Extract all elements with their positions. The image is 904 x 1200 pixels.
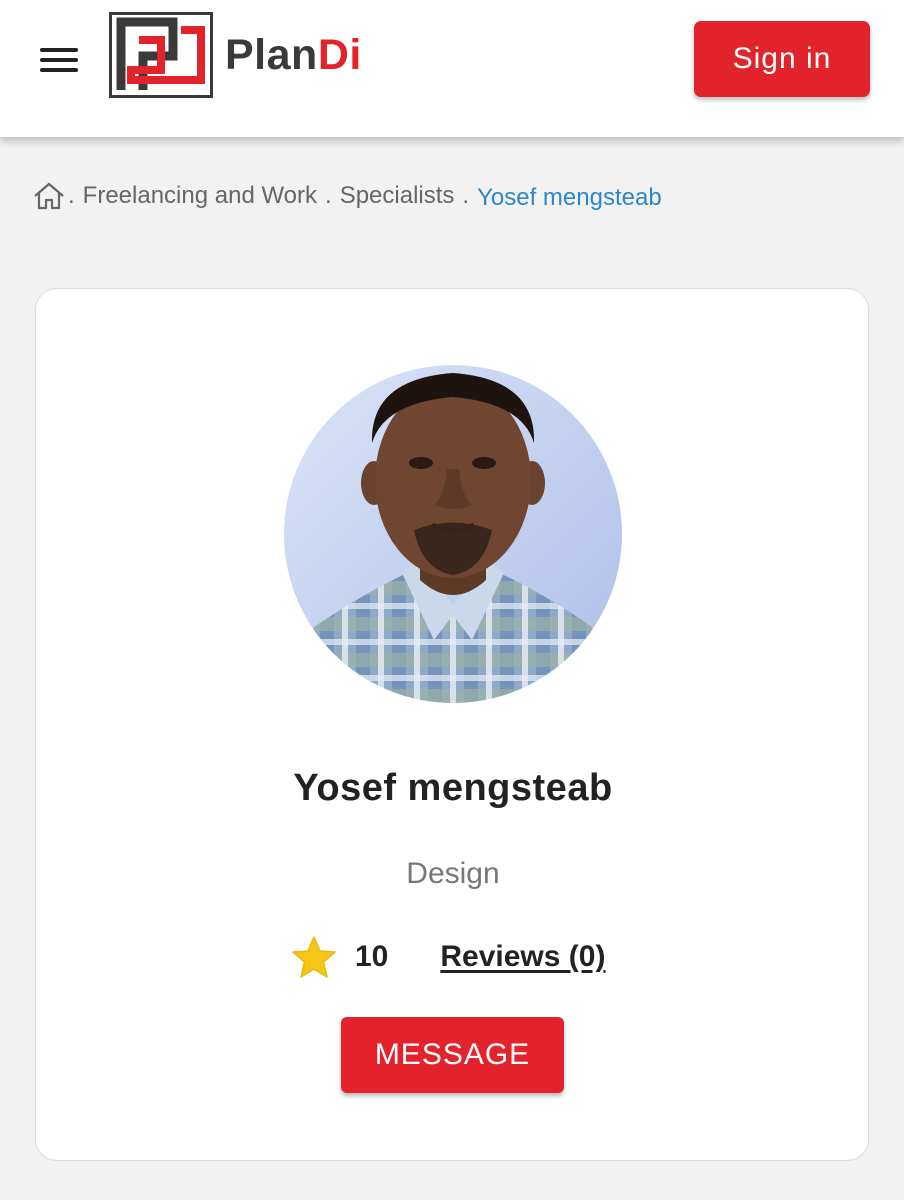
rating-row: 10 Reviews (0) bbox=[291, 935, 605, 979]
breadcrumb-item-specialists[interactable]: Specialists bbox=[340, 182, 455, 210]
sign-in-button[interactable]: Sign in bbox=[694, 21, 870, 97]
reviews-link[interactable]: Reviews (0) bbox=[440, 940, 605, 974]
logo-text-plan: Plan bbox=[225, 30, 318, 79]
breadcrumb-separator: . bbox=[462, 182, 470, 209]
logo-mark-icon bbox=[109, 12, 213, 98]
breadcrumb: . Freelancing and Work . Specialists . Y… bbox=[32, 180, 662, 212]
profile-name: Yosef mengsteab bbox=[293, 767, 613, 809]
logo-text-di: Di bbox=[317, 30, 362, 79]
top-header: PlanDi Sign in bbox=[0, 0, 904, 137]
breadcrumb-separator: . bbox=[68, 182, 75, 209]
profile-card: Yosef mengsteab Design 10 Reviews (0) ME… bbox=[35, 288, 869, 1161]
plandi-logo[interactable]: PlanDi bbox=[109, 12, 362, 98]
logo-wordmark: PlanDi bbox=[225, 30, 362, 79]
star-icon bbox=[292, 936, 336, 978]
breadcrumb-separator: . bbox=[325, 182, 332, 209]
profile-category: Design bbox=[406, 857, 500, 890]
message-button[interactable]: MESSAGE bbox=[341, 1017, 564, 1093]
rating-value: 10 bbox=[355, 940, 389, 973]
breadcrumb-current: Yosef mengsteab bbox=[477, 184, 662, 211]
hamburger-menu-icon[interactable] bbox=[38, 44, 80, 76]
breadcrumb-item-freelancing[interactable]: Freelancing and Work bbox=[83, 182, 317, 210]
avatar-photo bbox=[284, 365, 622, 703]
home-icon[interactable] bbox=[32, 180, 66, 212]
profile-avatar bbox=[284, 365, 622, 703]
